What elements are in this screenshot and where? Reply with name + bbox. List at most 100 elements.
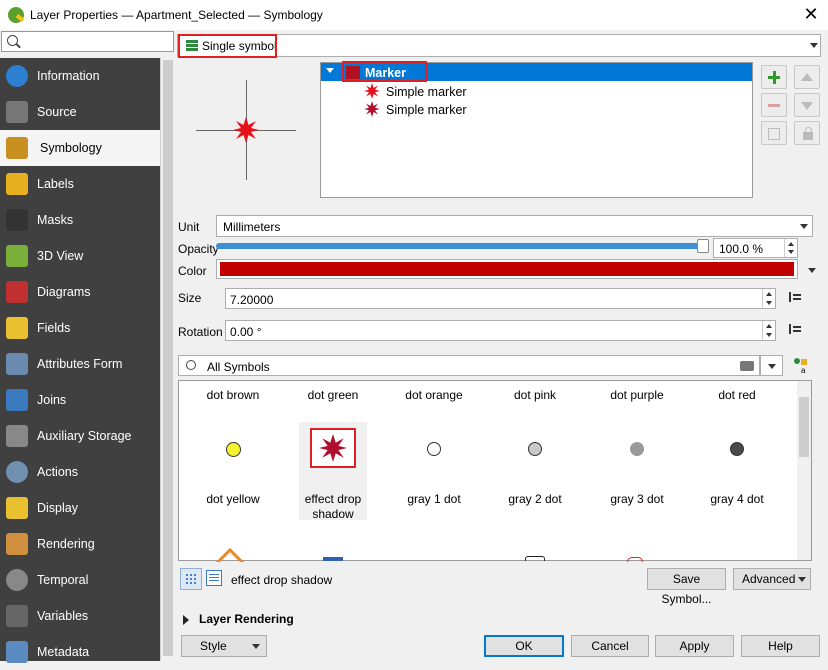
chevron-down-icon[interactable]: [808, 268, 816, 273]
duplicate-layer-button[interactable]: [761, 121, 787, 145]
expand-arrow-icon[interactable]: [326, 68, 334, 73]
gallery-dot-symbol-icon[interactable]: [528, 442, 542, 456]
opacity-spinbox[interactable]: 100.0 %: [713, 238, 798, 258]
rotation-spinbox[interactable]: 0.00 °: [225, 320, 776, 341]
sidebar-item-labels[interactable]: Labels: [0, 166, 160, 202]
sidebar-item-label: Diagrams: [37, 285, 91, 299]
sidebar-item-attributes-form[interactable]: Attributes Form: [0, 346, 160, 382]
sidebar-item-label: Attributes Form: [37, 357, 123, 371]
black-shape-icon: [525, 556, 545, 561]
sidebar-item-joins[interactable]: Joins: [0, 382, 160, 418]
joins-icon: [6, 389, 28, 411]
gallery-item-name[interactable]: dot orange: [384, 388, 484, 402]
sidebar-item-label: Source: [37, 105, 77, 119]
display-bubble-icon: [6, 497, 28, 519]
sidebar-item-3d-view[interactable]: 3D View: [0, 238, 160, 274]
advanced-button[interactable]: Advanced: [733, 568, 811, 590]
size-value: 7.20000: [230, 293, 274, 307]
size-spinbox[interactable]: 7.20000: [225, 288, 776, 309]
icon-view-button[interactable]: [180, 568, 202, 590]
style-manager-icon[interactable]: a: [793, 357, 809, 375]
close-icon[interactable]: ✕: [800, 4, 822, 26]
sidebar-search-input[interactable]: [1, 31, 174, 52]
unit-select[interactable]: Millimeters: [216, 215, 813, 237]
sidebar-item-temporal[interactable]: Temporal: [0, 562, 160, 598]
sidebar-item-variables[interactable]: Variables: [0, 598, 160, 634]
sidebar-item-masks[interactable]: Masks: [0, 202, 160, 238]
3d-cube-icon: [6, 245, 28, 267]
sidebar-item-information[interactable]: Information: [0, 58, 160, 94]
sidebar-item-rendering[interactable]: Rendering: [0, 526, 160, 562]
unit-value: Millimeters: [223, 220, 281, 234]
gallery-item-name[interactable]: gray 1 dot: [384, 492, 484, 507]
list-icon: [209, 574, 219, 575]
qgis-logo-icon: [8, 7, 24, 23]
symbol-group-dropdown[interactable]: [760, 355, 783, 376]
gallery-scrollbar[interactable]: [797, 381, 811, 560]
opacity-slider-fill: [216, 243, 702, 249]
sidebar-item-symbology[interactable]: Symbology: [0, 130, 160, 166]
fields-icon: [6, 317, 28, 339]
data-defined-override-icon[interactable]: [786, 320, 810, 340]
gallery-item-name[interactable]: gray 3 dot: [587, 492, 687, 507]
sidebar-item-display[interactable]: Display: [0, 490, 160, 526]
opacity-slider-handle[interactable]: [697, 239, 709, 253]
gallery-item-name[interactable]: dot pink: [485, 388, 585, 402]
remove-layer-button[interactable]: [761, 93, 787, 117]
color-label: Color: [178, 264, 207, 278]
layer-rendering-label[interactable]: Layer Rendering: [199, 612, 294, 626]
sidebar-item-diagrams[interactable]: Diagrams: [0, 274, 160, 310]
gallery-item-name[interactable]: gray 4 dot: [687, 492, 787, 507]
symbol-layer-tree[interactable]: [320, 62, 753, 198]
sidebar-item-fields[interactable]: Fields: [0, 310, 160, 346]
gallery-item-name[interactable]: effect drop shadow: [283, 492, 383, 522]
gallery-item-name[interactable]: dot red: [687, 388, 787, 402]
sidebar-item-auxiliary-storage[interactable]: Auxiliary Storage: [0, 418, 160, 454]
expand-arrow-icon[interactable]: [183, 615, 189, 625]
sidebar-item-actions[interactable]: Actions: [0, 454, 160, 490]
gallery-item-name[interactable]: dot purple: [587, 388, 687, 402]
chevron-down-icon: [800, 224, 808, 229]
search-icon: [7, 35, 18, 46]
sidebar-item-label: Joins: [37, 393, 67, 407]
variables-icon: [6, 605, 28, 627]
unit-label: Unit: [178, 220, 200, 234]
tree-layer-label[interactable]: Simple marker: [386, 103, 467, 117]
lock-layer-button[interactable]: [794, 121, 820, 145]
add-layer-button[interactable]: [761, 65, 787, 89]
gallery-dot-symbol-icon[interactable]: [225, 441, 241, 457]
clear-icon[interactable]: [740, 361, 754, 371]
gallery-item-name[interactable]: dot brown: [183, 388, 283, 402]
move-up-button[interactable]: [794, 65, 820, 89]
gallery-dot-symbol-icon[interactable]: [630, 442, 644, 456]
sidebar-item-label: Symbology: [40, 141, 102, 155]
apply-button[interactable]: Apply: [655, 635, 734, 657]
gallery-item-name[interactable]: dot green: [283, 388, 383, 402]
move-down-button[interactable]: [794, 93, 820, 117]
sidebar-item-label: Actions: [37, 465, 78, 479]
marker-highlight: [342, 61, 427, 82]
gallery-item-name[interactable]: dot yellow: [183, 492, 283, 507]
sidebar-item-metadata[interactable]: Metadata: [0, 634, 160, 670]
gallery-dot-symbol-icon[interactable]: [427, 442, 441, 456]
tree-layer-label[interactable]: Simple marker: [386, 85, 467, 99]
data-defined-override-icon[interactable]: [786, 288, 810, 308]
temporal-clock-icon: [6, 569, 28, 591]
metadata-icon: [6, 641, 28, 663]
advanced-label: Advanced: [742, 572, 796, 586]
cancel-button[interactable]: Cancel: [571, 635, 649, 657]
list-view-button[interactable]: [206, 570, 222, 586]
sidebar-item-source[interactable]: Source: [0, 94, 160, 130]
gallery-item-name[interactable]: gray 2 dot: [485, 492, 585, 507]
symbol-search-input[interactable]: All Symbols: [178, 355, 760, 376]
help-button[interactable]: Help: [741, 635, 820, 657]
gallery-dot-symbol-icon[interactable]: [730, 442, 744, 456]
ok-button[interactable]: OK: [484, 635, 564, 657]
symbol-gallery[interactable]: [178, 380, 812, 561]
sidebar-scrollbar[interactable]: [160, 58, 174, 661]
save-symbol-button[interactable]: Save Symbol...: [647, 568, 726, 606]
actions-gear-icon: [6, 461, 28, 483]
style-button[interactable]: Style: [181, 635, 267, 657]
rotation-value: 0.00 °: [230, 325, 262, 339]
info-icon: [6, 65, 28, 87]
